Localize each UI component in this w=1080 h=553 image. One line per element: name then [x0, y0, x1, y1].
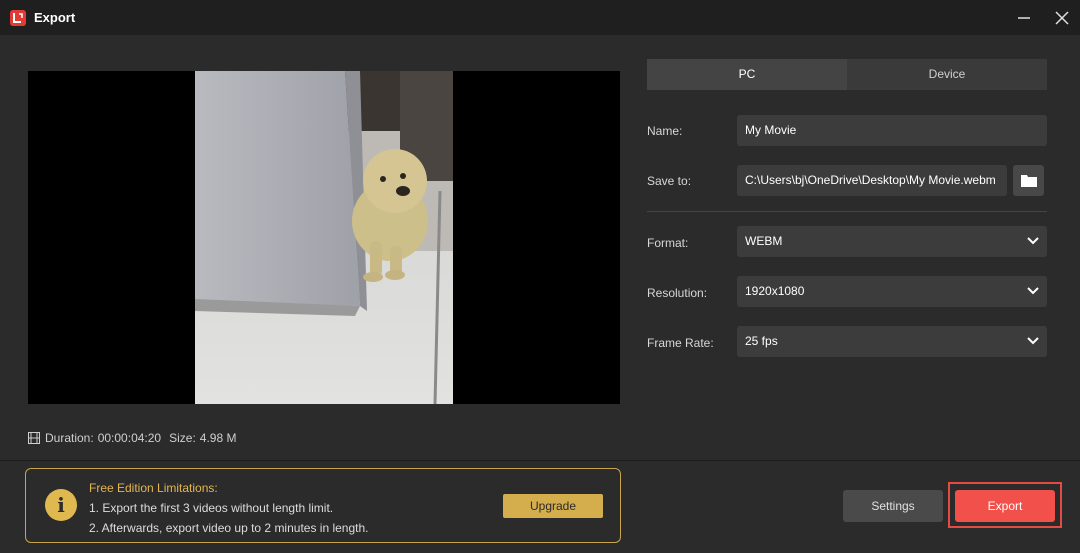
- frame-rate-value: 25 fps: [745, 334, 778, 348]
- footer-divider: [0, 460, 1080, 461]
- name-label: Name:: [647, 124, 683, 138]
- title-bar: Export: [0, 0, 1080, 35]
- size-label: Size:: [169, 431, 196, 445]
- minimize-icon[interactable]: [1012, 6, 1036, 30]
- video-frame: [195, 71, 453, 404]
- resolution-label: Resolution:: [647, 286, 708, 300]
- free-edition-notice: i Free Edition Limitations: 1. Export th…: [25, 468, 621, 543]
- export-target-tabs: PC Device: [647, 59, 1047, 90]
- close-icon[interactable]: [1050, 6, 1074, 30]
- format-select[interactable]: WEBM: [737, 226, 1047, 257]
- duration-value: 00:00:04:20: [97, 431, 162, 445]
- chevron-down-icon: [1027, 337, 1039, 345]
- upgrade-button[interactable]: Upgrade: [503, 494, 603, 518]
- notice-line-2: 2. Afterwards, export video up to 2 minu…: [89, 521, 369, 535]
- folder-icon: [1021, 175, 1037, 187]
- save-path-field[interactable]: C:\Users\bj\OneDrive\Desktop\My Movie.we…: [737, 165, 1007, 196]
- info-icon: i: [45, 489, 77, 521]
- format-value: WEBM: [745, 234, 783, 248]
- chevron-down-icon: [1027, 237, 1039, 245]
- chevron-down-icon: [1027, 287, 1039, 295]
- video-info: Duration: 00:00:04:20 Size: 4.98 M: [28, 431, 236, 445]
- notice-heading: Free Edition Limitations:: [89, 481, 218, 495]
- duration-label: Duration:: [45, 431, 94, 445]
- format-label: Format:: [647, 236, 689, 250]
- window-title: Export: [34, 10, 76, 25]
- browse-folder-button[interactable]: [1013, 165, 1044, 196]
- export-button[interactable]: Export: [955, 490, 1055, 522]
- divider: [647, 211, 1047, 212]
- settings-button[interactable]: Settings: [843, 490, 943, 522]
- frame-rate-select[interactable]: 25 fps: [737, 326, 1047, 357]
- name-field[interactable]: My Movie: [737, 115, 1047, 146]
- resolution-value: 1920x1080: [745, 284, 805, 298]
- film-icon: [28, 432, 40, 444]
- video-preview: [28, 71, 620, 404]
- tab-pc[interactable]: PC: [647, 59, 847, 90]
- notice-line-1: 1. Export the first 3 videos without len…: [89, 501, 334, 515]
- frame-rate-label: Frame Rate:: [647, 336, 714, 350]
- app-logo-icon: [10, 10, 26, 26]
- tab-device[interactable]: Device: [847, 59, 1047, 90]
- size-value: 4.98 M: [199, 431, 237, 445]
- resolution-select[interactable]: 1920x1080: [737, 276, 1047, 307]
- save-to-label: Save to:: [647, 174, 692, 188]
